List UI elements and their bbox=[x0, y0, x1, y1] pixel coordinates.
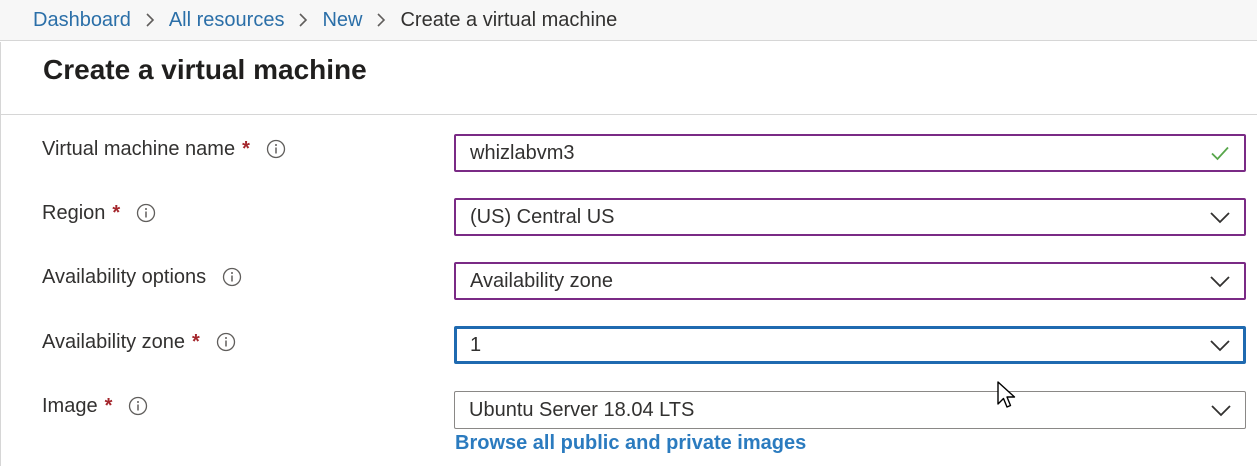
vm-name-label: Virtual machine name * bbox=[42, 129, 286, 169]
browse-images-link[interactable]: Browse all public and private images bbox=[455, 432, 806, 455]
vm-name-label-text: Virtual machine name bbox=[42, 137, 236, 160]
info-icon[interactable] bbox=[266, 139, 286, 159]
chevron-right-icon bbox=[375, 12, 387, 28]
info-icon[interactable] bbox=[136, 203, 156, 223]
page-header: Create a virtual machine bbox=[0, 42, 1257, 115]
region-row: Region * (US) Central US bbox=[0, 193, 1257, 236]
mouse-cursor-icon bbox=[997, 381, 1016, 408]
required-marker: * bbox=[192, 330, 200, 353]
page-title: Create a virtual machine bbox=[43, 54, 367, 85]
required-marker: * bbox=[104, 394, 113, 417]
breadcrumb-dashboard[interactable]: Dashboard bbox=[33, 9, 131, 32]
info-icon[interactable] bbox=[128, 396, 148, 416]
checkmark-icon bbox=[1208, 141, 1232, 165]
availability-options-row: Availability options Availability zone bbox=[0, 257, 1257, 300]
required-marker: * bbox=[112, 201, 121, 224]
availability-zone-value: 1 bbox=[470, 333, 482, 356]
chevron-down-icon bbox=[1208, 205, 1232, 229]
vm-name-row: Virtual machine name * whizlabvm3 bbox=[0, 129, 1257, 172]
availability-options-label-text: Availability options bbox=[42, 265, 207, 288]
chevron-down-icon bbox=[1209, 398, 1233, 422]
breadcrumb: Dashboard All resources New Create a vir… bbox=[0, 0, 1257, 41]
vm-name-input[interactable]: whizlabvm3 bbox=[454, 134, 1246, 172]
chevron-down-icon bbox=[1208, 269, 1232, 293]
breadcrumb-new[interactable]: New bbox=[322, 9, 362, 32]
region-label: Region * bbox=[42, 193, 156, 233]
image-label-text: Image bbox=[42, 394, 98, 417]
availability-zone-row: Availability zone * 1 bbox=[0, 322, 1257, 364]
region-value: (US) Central US bbox=[470, 205, 615, 228]
image-value: Ubuntu Server 18.04 LTS bbox=[469, 398, 695, 421]
chevron-right-icon bbox=[297, 12, 309, 28]
image-label: Image * bbox=[42, 386, 148, 426]
availability-options-value: Availability zone bbox=[470, 269, 614, 292]
region-dropdown[interactable]: (US) Central US bbox=[454, 198, 1246, 236]
image-row: Image * Ubuntu Server 18.04 LTS bbox=[0, 386, 1257, 429]
availability-options-dropdown[interactable]: Availability zone bbox=[454, 262, 1246, 300]
chevron-down-icon bbox=[1208, 333, 1232, 357]
breadcrumb-current: Create a virtual machine bbox=[400, 8, 618, 31]
chevron-right-icon bbox=[144, 12, 156, 28]
image-dropdown[interactable]: Ubuntu Server 18.04 LTS bbox=[454, 391, 1246, 429]
breadcrumb-all-resources[interactable]: All resources bbox=[169, 9, 285, 32]
required-marker: * bbox=[242, 137, 250, 160]
availability-options-label: Availability options bbox=[42, 257, 242, 297]
vm-name-value: whizlabvm3 bbox=[470, 141, 575, 164]
region-label-text: Region bbox=[42, 201, 106, 224]
info-icon[interactable] bbox=[216, 332, 236, 352]
availability-zone-dropdown[interactable]: 1 bbox=[454, 326, 1246, 364]
availability-zone-label: Availability zone * bbox=[42, 322, 236, 362]
availability-zone-label-text: Availability zone bbox=[42, 330, 186, 353]
info-icon[interactable] bbox=[222, 267, 242, 287]
